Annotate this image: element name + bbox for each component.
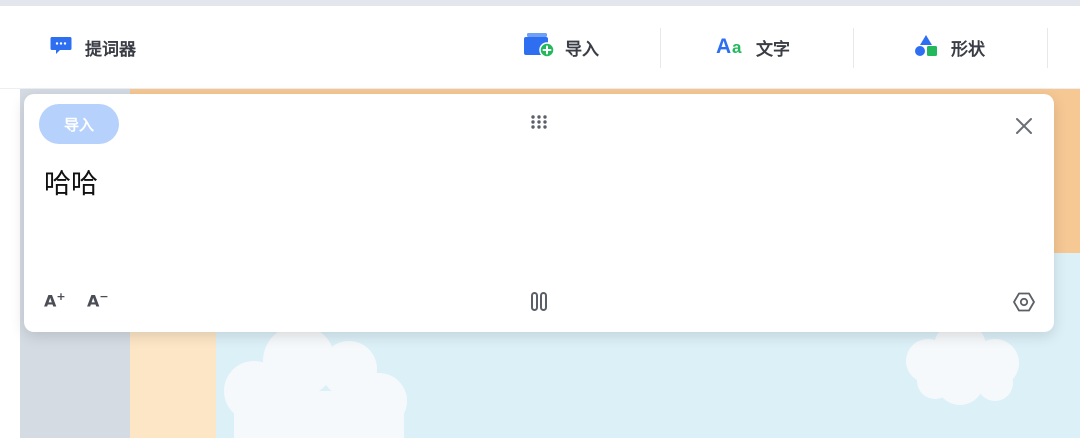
text-tool[interactable]: A a 文字 — [716, 6, 790, 88]
toolbar-divider — [1047, 28, 1048, 68]
toolbar-divider — [660, 28, 661, 68]
import-button[interactable]: 导入 — [39, 104, 119, 144]
drag-handle-icon[interactable] — [529, 114, 549, 130]
pause-icon[interactable] — [529, 291, 549, 313]
font-increase-label: A — [44, 291, 57, 311]
toolbar: 提词器 导入 A a 文字 形状 — [0, 6, 1080, 89]
cloud-illustration — [906, 321, 1019, 405]
script-text[interactable]: 哈哈 — [44, 162, 98, 201]
font-decrease-mark: − — [99, 290, 109, 303]
svg-text:A: A — [716, 35, 731, 56]
font-decrease-button[interactable]: A− — [87, 290, 109, 310]
shapes-icon — [913, 33, 939, 61]
teleprompter-panel: 导入 哈哈 A+ A− — [24, 94, 1054, 332]
folder-add-icon — [523, 32, 555, 62]
text-label: 文字 — [756, 39, 790, 60]
teleprompter-tool[interactable]: 提词器 — [49, 6, 136, 88]
font-increase-mark: + — [56, 290, 66, 303]
svg-text:a: a — [732, 38, 742, 56]
shape-label: 形状 — [951, 39, 985, 60]
toolbar-divider — [853, 28, 854, 68]
cloud-illustration — [224, 325, 407, 438]
teleprompter-label: 提词器 — [85, 39, 136, 60]
chat-bubble-icon — [49, 33, 73, 61]
text-aa-icon: A a — [716, 34, 748, 60]
font-decrease-label: A — [87, 291, 100, 311]
close-icon[interactable] — [1012, 114, 1036, 138]
shape-tool[interactable]: 形状 — [913, 6, 985, 88]
import-label: 导入 — [565, 39, 599, 60]
font-increase-button[interactable]: A+ — [44, 290, 66, 310]
import-tool[interactable]: 导入 — [523, 6, 599, 88]
settings-icon[interactable] — [1012, 290, 1036, 314]
